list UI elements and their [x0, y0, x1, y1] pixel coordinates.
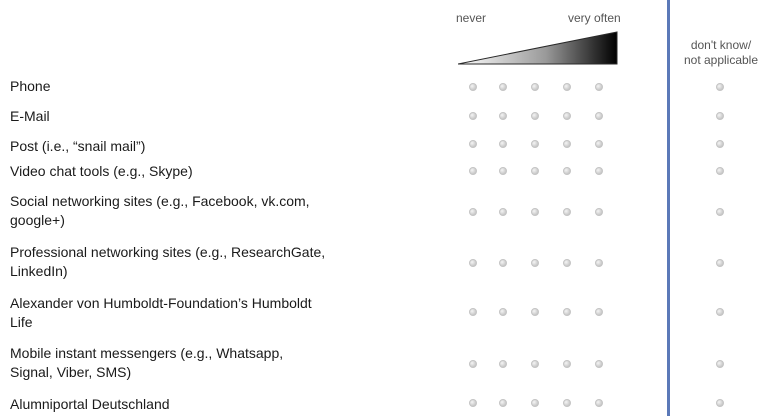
frequency-radio-2[interactable]: [499, 399, 507, 407]
question-label-line: Phone: [10, 78, 51, 94]
dont-know-radio[interactable]: [716, 208, 724, 216]
frequency-radio-2[interactable]: [499, 140, 507, 148]
dont-know-radio[interactable]: [716, 259, 724, 267]
frequency-radio-1[interactable]: [469, 308, 477, 316]
frequency-radio-1[interactable]: [469, 140, 477, 148]
dont-know-divider: [667, 0, 670, 416]
frequency-survey-grid: never very often don't know/ not applica…: [0, 0, 766, 416]
frequency-radio-4[interactable]: [563, 399, 571, 407]
frequency-radio-5[interactable]: [595, 399, 603, 407]
question-label: Post (i.e., “snail mail”): [10, 137, 430, 156]
question-label-line: Alexander von Humboldt-Foundation’s Humb…: [10, 295, 312, 311]
question-label: Alumniportal Deutschland: [10, 395, 430, 414]
question-label-line: Alumniportal Deutschland: [10, 396, 170, 412]
dont-know-radio[interactable]: [716, 360, 724, 368]
frequency-radio-5[interactable]: [595, 308, 603, 316]
frequency-radio-3[interactable]: [531, 259, 539, 267]
dont-know-radio[interactable]: [716, 399, 724, 407]
question-label: Mobile instant messengers (e.g., Whatsap…: [10, 344, 430, 382]
dont-know-radio[interactable]: [716, 140, 724, 148]
frequency-radio-5[interactable]: [595, 259, 603, 267]
frequency-radio-3[interactable]: [531, 399, 539, 407]
question-label-line: google+): [10, 212, 65, 228]
frequency-radio-1[interactable]: [469, 360, 477, 368]
frequency-radio-5[interactable]: [595, 208, 603, 216]
frequency-radio-1[interactable]: [469, 208, 477, 216]
dont-know-radio[interactable]: [716, 83, 724, 91]
scale-low-label: never: [456, 11, 487, 25]
frequency-radio-3[interactable]: [531, 308, 539, 316]
frequency-radio-1[interactable]: [469, 83, 477, 91]
question-label: E-Mail: [10, 107, 430, 126]
question-label-line: Signal, Viber, SMS): [10, 364, 132, 380]
frequency-radio-5[interactable]: [595, 360, 603, 368]
frequency-radio-3[interactable]: [531, 360, 539, 368]
frequency-radio-4[interactable]: [563, 360, 571, 368]
frequency-radio-4[interactable]: [563, 308, 571, 316]
question-label-line: Post (i.e., “snail mail”): [10, 138, 146, 154]
frequency-radio-4[interactable]: [563, 112, 571, 120]
frequency-radio-5[interactable]: [595, 167, 603, 175]
question-label-line: Professional networking sites (e.g., Res…: [10, 244, 326, 260]
question-label: Phone: [10, 77, 430, 96]
frequency-scale-wedge: [458, 31, 618, 65]
frequency-radio-2[interactable]: [499, 360, 507, 368]
frequency-radio-4[interactable]: [563, 208, 571, 216]
dont-know-header-line1: don't know/: [690, 38, 752, 52]
frequency-radio-2[interactable]: [499, 112, 507, 120]
frequency-radio-3[interactable]: [531, 208, 539, 216]
question-label-line: Mobile instant messengers (e.g., Whatsap…: [10, 345, 284, 361]
frequency-radio-4[interactable]: [563, 259, 571, 267]
question-label-line: Life: [10, 314, 33, 330]
frequency-radio-1[interactable]: [469, 167, 477, 175]
question-label-line: E-Mail: [10, 108, 50, 124]
frequency-radio-3[interactable]: [531, 112, 539, 120]
frequency-radio-2[interactable]: [499, 308, 507, 316]
scale-high-label: very often: [568, 11, 621, 25]
frequency-radio-4[interactable]: [563, 167, 571, 175]
frequency-radio-1[interactable]: [469, 259, 477, 267]
question-label: Social networking sites (e.g., Facebook,…: [10, 192, 430, 230]
frequency-radio-2[interactable]: [499, 259, 507, 267]
question-label: Professional networking sites (e.g., Res…: [10, 243, 430, 281]
frequency-radio-2[interactable]: [499, 208, 507, 216]
frequency-radio-3[interactable]: [531, 167, 539, 175]
frequency-radio-2[interactable]: [499, 83, 507, 91]
dont-know-radio[interactable]: [716, 308, 724, 316]
frequency-radio-5[interactable]: [595, 83, 603, 91]
question-label-line: Video chat tools (e.g., Skype): [10, 163, 193, 179]
question-label-line: LinkedIn): [10, 263, 68, 279]
frequency-radio-4[interactable]: [563, 140, 571, 148]
frequency-radio-3[interactable]: [531, 83, 539, 91]
frequency-radio-3[interactable]: [531, 140, 539, 148]
question-label-line: Social networking sites (e.g., Facebook,…: [10, 193, 310, 209]
frequency-radio-4[interactable]: [563, 83, 571, 91]
question-label: Alexander von Humboldt-Foundation’s Humb…: [10, 294, 430, 332]
scale-wedge-shape: [458, 31, 618, 65]
frequency-radio-1[interactable]: [469, 399, 477, 407]
dont-know-radio[interactable]: [716, 112, 724, 120]
frequency-radio-2[interactable]: [499, 167, 507, 175]
dont-know-radio[interactable]: [716, 167, 724, 175]
dont-know-header: don't know/ not applicable: [676, 38, 766, 68]
question-label: Video chat tools (e.g., Skype): [10, 162, 430, 181]
frequency-radio-5[interactable]: [595, 112, 603, 120]
frequency-radio-1[interactable]: [469, 112, 477, 120]
frequency-radio-5[interactable]: [595, 140, 603, 148]
dont-know-header-line2: not applicable: [683, 53, 759, 67]
